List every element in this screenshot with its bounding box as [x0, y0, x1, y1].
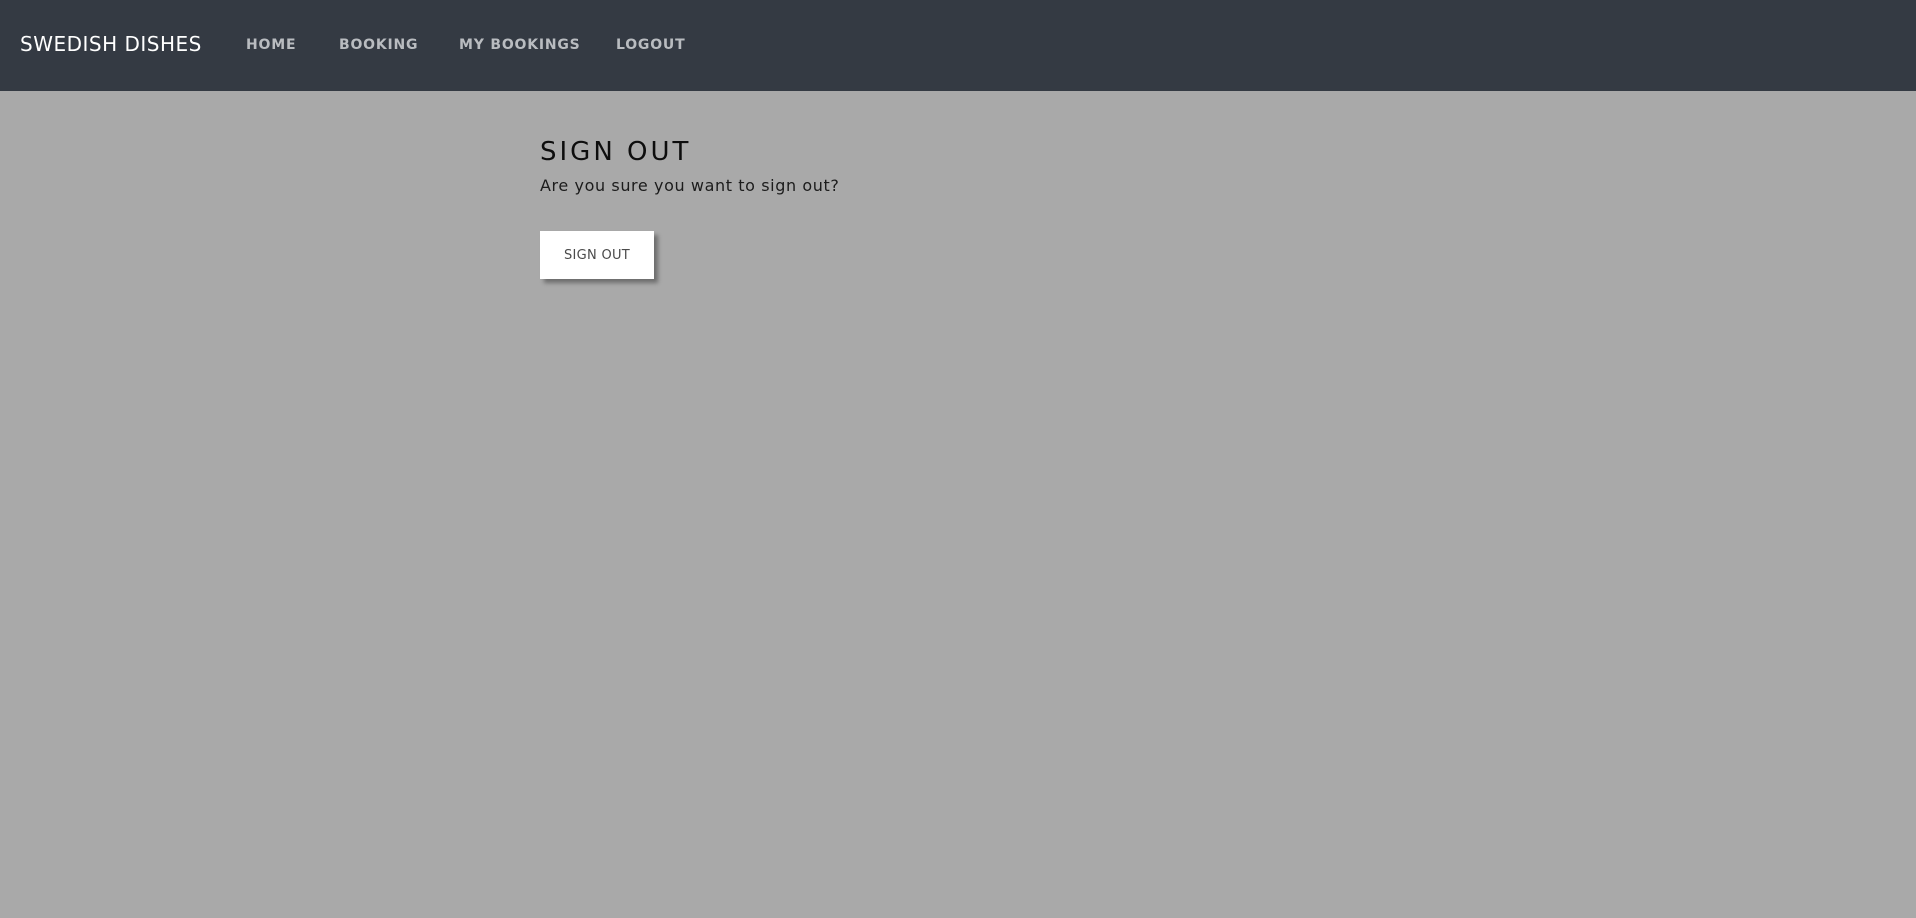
navbar: SWEDISH DISHES HOME BOOKING MY BOOKINGS … [0, 0, 1916, 91]
page-title: SIGN OUT [540, 137, 692, 167]
nav-link-home[interactable]: HOME [246, 37, 296, 53]
nav-link-booking[interactable]: BOOKING [339, 37, 418, 53]
signout-confirm-message: Are you sure you want to sign out? [540, 176, 840, 195]
sign-out-button[interactable]: SIGN OUT [540, 231, 654, 279]
nav-link-logout[interactable]: LOGOUT [616, 37, 685, 53]
brand-logo-text[interactable]: SWEDISH DISHES [20, 32, 202, 56]
signout-section: SIGN OUT Are you sure you want to sign o… [540, 136, 840, 279]
nav-link-my-bookings[interactable]: MY BOOKINGS [459, 37, 581, 53]
